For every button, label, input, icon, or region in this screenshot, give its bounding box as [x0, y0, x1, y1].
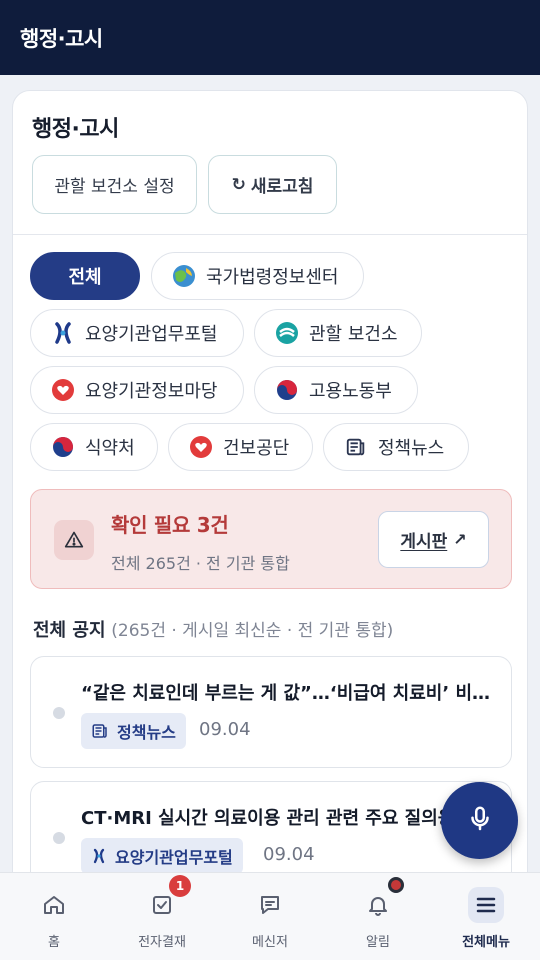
refresh-label: 새로고침: [250, 177, 314, 197]
nav-label: 전체메뉴: [462, 935, 510, 950]
refresh-button[interactable]: ↻ 새로고침: [208, 155, 337, 214]
alert-title: 확인 필요 3건: [111, 513, 229, 537]
board-button-label: 게시판: [400, 532, 448, 552]
notice-source-tag: 요양기관업무포털: [81, 838, 243, 874]
nhis-heart-icon: [189, 435, 213, 459]
health-center-logo-icon: [275, 321, 299, 345]
chat-icon: [252, 887, 288, 923]
filter-chip-label: 전체: [68, 267, 102, 288]
filter-chip-nhis[interactable]: 건보공단: [168, 423, 313, 471]
filter-chip-health-center[interactable]: 관할 보건소: [254, 309, 422, 357]
hira-logo-icon: [91, 848, 107, 864]
page-title: 행정·고시: [32, 117, 119, 142]
attention-alert: 확인 필요 3건 전체 265건 · 전 기관 통합 게시판 ↗: [30, 489, 512, 589]
filter-chip-hira-portal[interactable]: 요양기관업무포털: [30, 309, 244, 357]
filter-chip-label: 고용노동부: [309, 381, 392, 402]
filter-chip-label: 건보공단: [223, 438, 290, 459]
notice-source: 정책뉴스: [117, 723, 176, 742]
filter-chip-labor-ministry[interactable]: 고용노동부: [254, 366, 418, 414]
nav-messenger[interactable]: 메신저: [216, 873, 324, 960]
filter-chip-mfds[interactable]: 식약처: [30, 423, 158, 471]
filter-chip-label: 식약처: [85, 438, 135, 459]
warning-icon: [54, 520, 94, 560]
filter-chip-all[interactable]: 전체: [30, 252, 140, 300]
region-setting-label: 관할 보건소 설정: [54, 177, 175, 197]
filter-chip-policy-news[interactable]: 정책뉴스: [323, 423, 469, 471]
nav-label: 알림: [366, 935, 390, 950]
external-link-icon: ↗: [453, 530, 467, 549]
nav-all-menu[interactable]: 전체메뉴: [432, 873, 540, 960]
filter-chip-label: 요양기관업무포털: [85, 324, 218, 345]
filter-chip-label: 정책뉴스: [378, 438, 445, 459]
bell-icon: [360, 887, 396, 923]
refresh-icon: ↻: [231, 174, 246, 195]
app-bar-title: 행정·고시: [20, 26, 103, 51]
filter-chip-label: 관할 보건소: [309, 324, 398, 345]
taegeuk-icon: [275, 378, 299, 402]
notification-dot: [388, 877, 404, 893]
notice-title: CT·MRI 실시간 의료이용 관리 관련 주요 질의응답: [81, 808, 471, 829]
taegeuk-icon: [51, 435, 75, 459]
notice-date: 09.04: [199, 719, 251, 740]
app-bar: 행정·고시: [0, 0, 540, 75]
notice-source: 요양기관업무포털: [115, 848, 233, 867]
divider: [13, 234, 527, 235]
nav-label: 메신저: [252, 935, 288, 950]
nav-label: 전자결재: [138, 935, 186, 950]
home-icon: [36, 887, 72, 923]
nav-label: 홈: [48, 935, 60, 950]
notice-item[interactable]: “같은 치료인데 부르는 게 값”…‘비급여 치료비’ 비교 공개 정책뉴스 0…: [30, 656, 512, 768]
approval-count-badge: 1: [169, 875, 191, 897]
notice-source-tag: 정책뉴스: [81, 713, 186, 749]
voice-input-button[interactable]: [441, 782, 518, 859]
filter-chip-label: 요양기관정보마당: [85, 381, 218, 402]
nav-approval[interactable]: 전자결재: [108, 873, 216, 960]
filter-chip-info-madang[interactable]: 요양기관정보마당: [30, 366, 244, 414]
filter-chip-label: 국가법령정보센터: [206, 267, 339, 288]
board-button[interactable]: 게시판 ↗: [378, 511, 489, 568]
region-setting-button[interactable]: 관할 보건소 설정: [32, 155, 197, 214]
nav-home[interactable]: 홈: [0, 873, 108, 960]
nhis-heart-icon: [51, 378, 75, 402]
notices-section-meta: (265건 · 게시일 최신순 · 전 기관 통합): [111, 621, 394, 641]
menu-icon: [468, 887, 504, 923]
microphone-icon: [465, 804, 495, 838]
newspaper-icon: [91, 722, 109, 740]
notices-section-title: 전체 공지: [33, 620, 106, 641]
unread-dot: [53, 832, 65, 844]
filter-chip-law-center[interactable]: 국가법령정보센터: [151, 252, 364, 300]
newspaper-icon: [344, 435, 368, 459]
hira-logo-icon: [51, 321, 75, 345]
notice-date: 09.04: [263, 844, 315, 865]
unread-dot: [53, 707, 65, 719]
bottom-nav: 홈 전자결재 메신저 알림 전체메뉴: [0, 872, 540, 960]
notices-section-header: 전체 공지 (265건 · 게시일 최신순 · 전 기관 통합): [33, 616, 393, 642]
alert-subtitle: 전체 265건 · 전 기관 통합: [111, 554, 290, 573]
nav-notifications[interactable]: 알림: [324, 873, 432, 960]
globe-icon: [172, 264, 196, 288]
notice-title: “같은 치료인데 부르는 게 값”…‘비급여 치료비’ 비교 공개: [81, 683, 501, 704]
